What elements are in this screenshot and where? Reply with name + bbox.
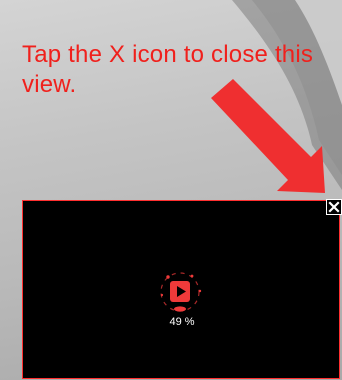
instruction-text: Tap the X icon to close this view. — [22, 41, 314, 98]
play-icon — [170, 281, 190, 302]
loading-progress-text: 49 % — [169, 316, 195, 328]
video-overlay: 49 % — [22, 200, 340, 379]
close-icon — [328, 201, 340, 213]
close-button[interactable] — [326, 199, 342, 215]
video-loader — [160, 272, 202, 312]
